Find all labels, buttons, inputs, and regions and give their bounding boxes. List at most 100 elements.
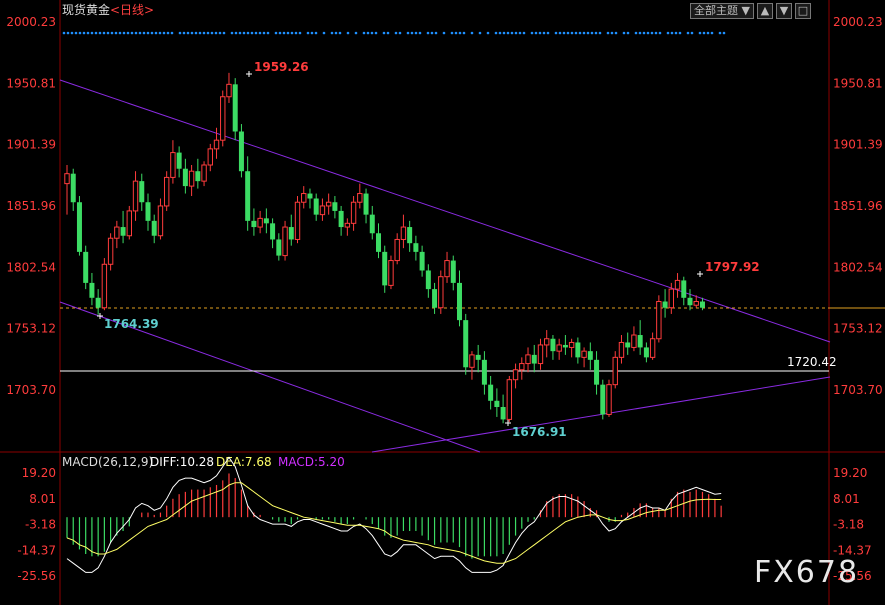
candle-body-up: [101, 263, 108, 309]
event-dot: [186, 31, 190, 35]
candle-body-up: [512, 369, 519, 381]
candle-body-down: [70, 173, 76, 203]
macd-axis: 19.20 8.01 -3.18 -14.37 -25.56: [17, 466, 56, 583]
candle-body-up: [519, 363, 525, 371]
event-dot: [254, 31, 258, 35]
candle-body-up: [220, 96, 226, 141]
event-dot: [410, 31, 414, 35]
theme-select[interactable]: 全部主题 ▼: [690, 3, 754, 19]
event-dot: [166, 31, 170, 35]
watermark-logo: FX678: [754, 555, 859, 590]
event-dot: [562, 31, 566, 35]
price-tick-label-right: 1802.54: [833, 260, 883, 274]
event-dot: [454, 31, 458, 35]
event-dot: [542, 31, 546, 35]
price-tick-label-right: 1901.39: [833, 138, 883, 152]
event-dot: [570, 31, 574, 35]
event-dot: [430, 31, 434, 35]
candle-body-up: [693, 301, 699, 306]
event-dot: [214, 31, 218, 35]
candle-body-up: [157, 205, 164, 237]
candle-body-up: [344, 222, 351, 228]
period-label[interactable]: <日线>: [110, 3, 154, 17]
macd-macd-value: MACD:5.20: [278, 455, 345, 469]
event-dot: [666, 31, 670, 35]
event-dot: [522, 31, 526, 35]
candle-body-down: [463, 320, 469, 368]
candle-body-up: [649, 338, 656, 358]
event-dot: [394, 31, 398, 35]
candle-body-down: [251, 220, 257, 228]
event-dot: [310, 31, 314, 35]
candle-body-up: [64, 173, 70, 185]
zoom-out-button[interactable]: ▼: [775, 3, 792, 19]
event-dot: [614, 31, 618, 35]
candle-body-up: [357, 193, 363, 203]
event-dot: [66, 31, 70, 35]
event-dot: [102, 31, 106, 35]
low-left-annotation: 1764.39: [104, 317, 159, 331]
candle-body-up: [207, 148, 213, 166]
candle-body-up: [394, 238, 400, 262]
event-dot: [210, 31, 214, 35]
price-tick-label: 1703.70: [6, 383, 56, 397]
price-tick-label-right: 1753.12: [833, 322, 883, 336]
candle-body-up: [612, 356, 618, 386]
candle-body-down: [425, 270, 431, 290]
event-dot: [94, 31, 98, 35]
candle-body-down: [475, 354, 481, 360]
event-dot: [178, 31, 182, 35]
event-dot: [298, 31, 302, 35]
candle-body-down: [562, 344, 568, 348]
event-dot: [578, 31, 582, 35]
event-dot: [362, 31, 366, 35]
candle-body-down: [531, 354, 537, 364]
upper-trendline: [59, 79, 831, 343]
candle-body-down: [681, 280, 687, 298]
candle-body-up: [226, 83, 232, 98]
macd-diff-value: DIFF:10.28: [150, 455, 214, 469]
event-dot: [398, 31, 402, 35]
event-dot: [154, 31, 158, 35]
event-dot: [202, 31, 206, 35]
event-dot: [534, 31, 538, 35]
event-dot: [590, 31, 594, 35]
candle-body-up: [506, 379, 513, 420]
candle-body-up: [656, 301, 662, 340]
candle-body-up: [438, 276, 444, 309]
chart-canvas[interactable]: 现货黄金 <日线> 2000.23 1950.81 1901.39 1851.96 18…: [0, 0, 885, 605]
recent-high-marker-icon: [697, 271, 703, 277]
candle-body-down: [407, 227, 413, 244]
event-dot: [518, 31, 522, 35]
candle-body-down: [662, 301, 668, 308]
instrument-title: 现货黄金: [62, 2, 110, 17]
macd-header: MACD(26,12,9): [62, 455, 153, 469]
event-dot: [546, 31, 550, 35]
zoom-in-button[interactable]: ▲: [756, 3, 773, 19]
event-dot: [338, 31, 342, 35]
candle-body-down: [600, 384, 606, 415]
candle-body-down: [587, 351, 593, 360]
candle-body-up: [201, 164, 207, 182]
candle-body-up: [188, 170, 195, 187]
candle-body-down: [332, 202, 338, 211]
macd-tick-label-right: -3.18: [833, 518, 864, 532]
maximize-button[interactable]: □: [794, 3, 811, 19]
candle-body-down: [376, 233, 381, 252]
price-tick-label: 1753.12: [6, 322, 56, 336]
event-dot: [502, 31, 506, 35]
event-dot: [86, 31, 90, 35]
candle-body-up: [282, 226, 288, 257]
candle-body-up: [132, 180, 139, 212]
candle-body-up: [469, 354, 475, 368]
candle-body-down: [500, 407, 506, 420]
event-dot: [426, 31, 430, 35]
candle-body-up: [631, 334, 637, 348]
toolbar: 全部主题 ▼ ▲ ▼ □: [690, 3, 811, 19]
event-dot: [118, 31, 122, 35]
candle-body-down: [625, 342, 631, 348]
event-dot: [90, 31, 94, 35]
event-dot: [574, 31, 578, 35]
candle-body-down: [419, 251, 425, 271]
candle-body-up: [674, 279, 681, 290]
